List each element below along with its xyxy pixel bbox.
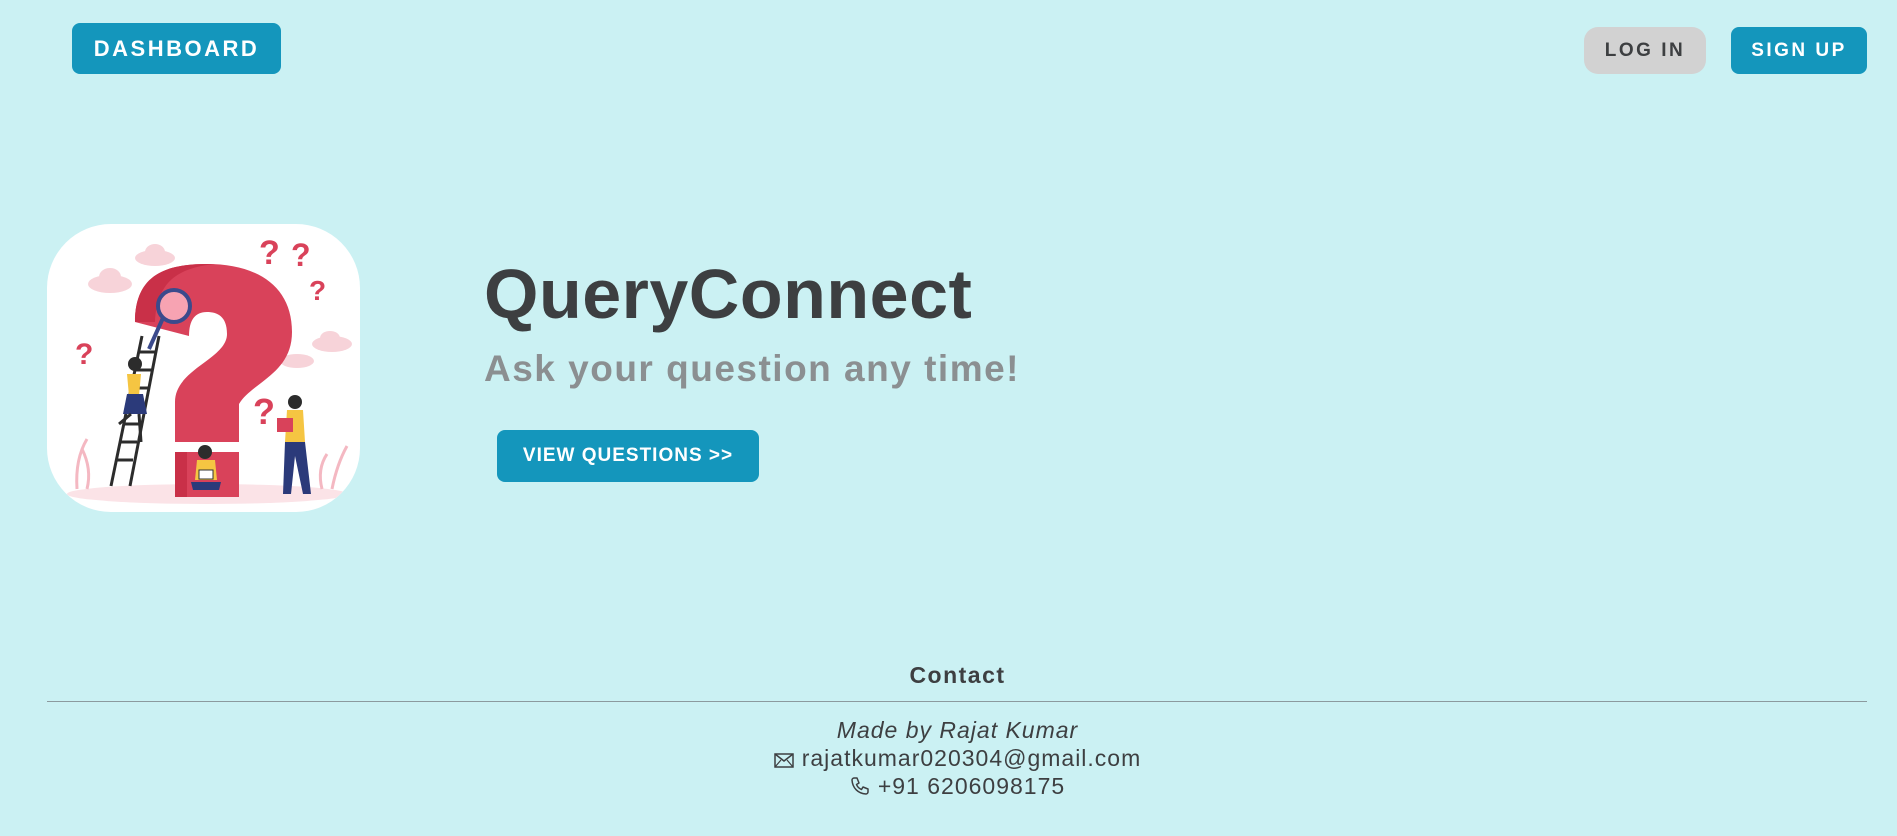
footer-divider: [47, 701, 1867, 702]
svg-text:?: ?: [259, 234, 280, 272]
email-line: rajatkumar020304@gmail.com: [0, 745, 1897, 772]
contact-heading: Contact: [909, 662, 1006, 688]
app-tagline: Ask your question any time!: [484, 348, 1020, 389]
phone-icon: [851, 777, 869, 795]
svg-text:?: ?: [291, 237, 311, 273]
signup-button[interactable]: SIGN UP: [1731, 27, 1867, 74]
svg-text:?: ?: [309, 275, 326, 306]
phone-line: +91 6206098175: [0, 773, 1897, 800]
hero-illustration: ? ? ? ? ?: [47, 224, 360, 512]
made-by-text: Made by Rajat Kumar: [836, 717, 1079, 743]
dashboard-button[interactable]: DASHBOARD: [72, 23, 281, 74]
svg-text:?: ?: [253, 391, 275, 432]
login-button[interactable]: LOG IN: [1584, 27, 1706, 74]
phone-number[interactable]: +91 6206098175: [878, 773, 1065, 799]
app-title: QueryConnect: [484, 255, 973, 333]
view-questions-button[interactable]: VIEW QUESTIONS >>: [497, 430, 759, 482]
email-address[interactable]: rajatkumar020304@gmail.com: [802, 745, 1142, 771]
envelope-icon: [773, 753, 794, 768]
svg-text:?: ?: [75, 338, 93, 371]
